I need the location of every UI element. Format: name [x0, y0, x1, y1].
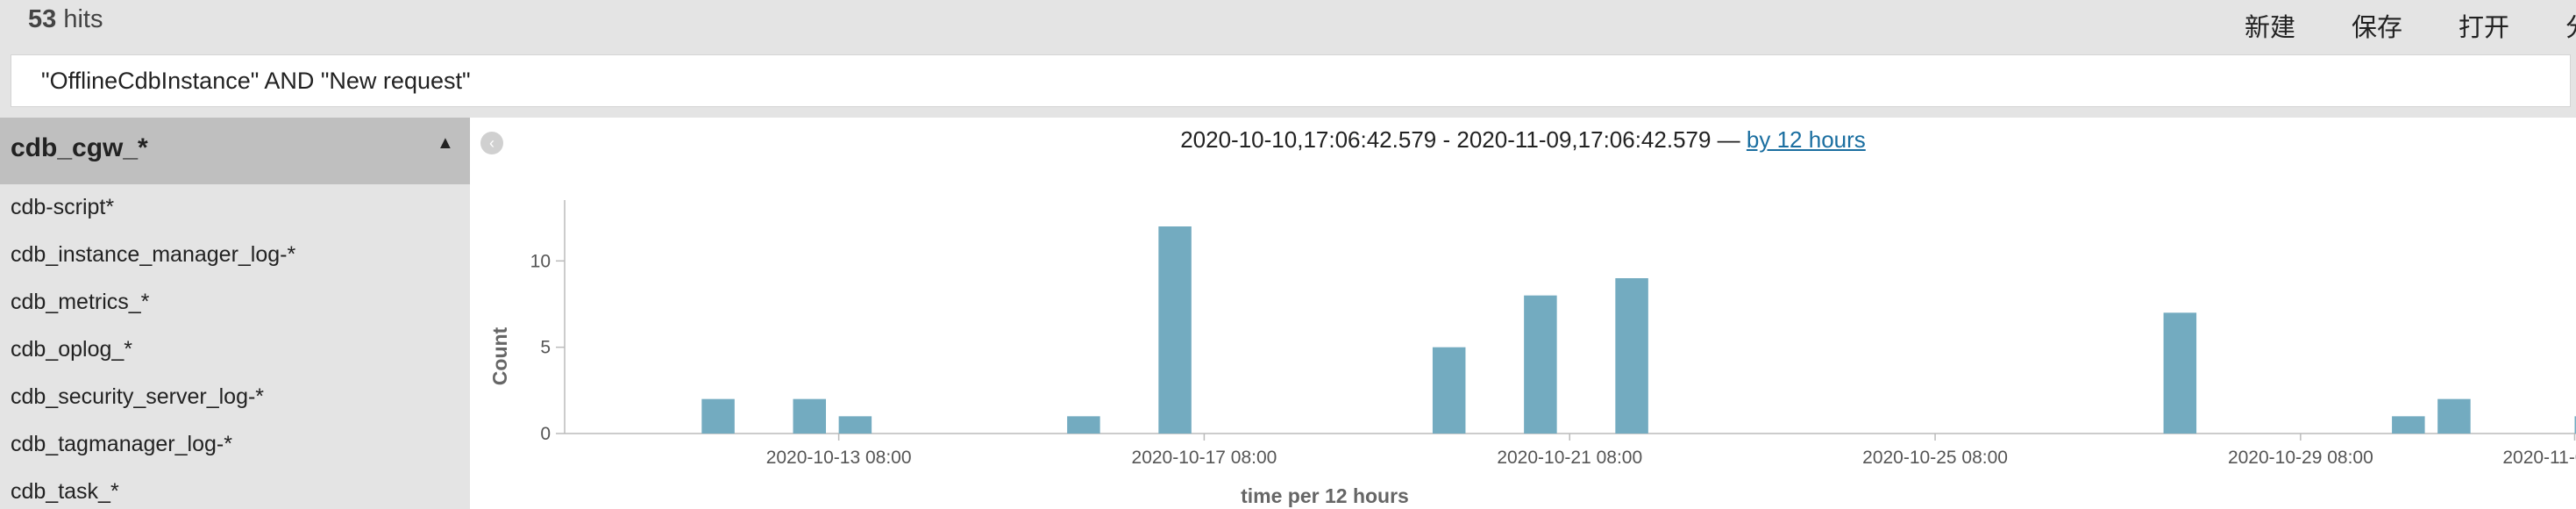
time-range-text: 2020-10-10,17:06:42.579 - 2020-11-09,17:… — [1180, 126, 1747, 153]
y-tick-label: 5 — [540, 338, 551, 358]
bar — [2163, 312, 2197, 434]
x-tick-label: 2020-10-25 08:00 — [1862, 448, 2008, 468]
x-tick-label: 2020-10-13 08:00 — [766, 448, 912, 468]
save-button[interactable]: 保存 — [2352, 7, 2402, 44]
index-item[interactable]: cdb_instance_manager_log-* — [11, 242, 295, 268]
bar — [701, 398, 735, 434]
open-button[interactable]: 打开 — [2459, 7, 2509, 44]
query-bar: "OfflineCdbInstance" AND "New request" — [0, 49, 2576, 118]
bar — [793, 398, 827, 434]
index-item[interactable]: cdb-script* — [11, 195, 114, 220]
bar — [838, 416, 872, 434]
sidebar: cdb_cgw_* ▲ cdb-script* cdb_instance_man… — [0, 118, 470, 509]
caret-up-icon[interactable]: ▲ — [437, 133, 454, 154]
hits-number: 53 — [28, 5, 57, 33]
x-tick-label: 2020-10-21 08:00 — [1497, 448, 1642, 468]
share-button[interactable]: 分 — [2565, 7, 2576, 44]
bar — [1158, 226, 1192, 434]
bar — [1524, 295, 1557, 434]
hits-count: 53 hits — [28, 5, 103, 34]
time-range: 2020-10-10,17:06:42.579 - 2020-11-09,17:… — [470, 126, 2576, 154]
index-pattern-header[interactable]: cdb_cgw_* ▲ — [0, 118, 470, 184]
main-panel: ‹ 2020-10-10,17:06:42.579 - 2020-11-09,1… — [470, 118, 2576, 509]
bar — [2392, 416, 2425, 434]
hits-label: hits — [56, 5, 103, 33]
x-tick-label: 2020-10-29 08:00 — [2228, 448, 2373, 468]
index-item[interactable]: cdb_task_* — [11, 479, 119, 505]
x-axis-label: time per 12 hours — [1241, 484, 1409, 507]
search-input[interactable]: "OfflineCdbInstance" AND "New request" — [11, 54, 2571, 107]
x-tick-label: 2020-11-01 08:00 — [2502, 448, 2576, 468]
bar — [1615, 278, 1648, 434]
index-item[interactable]: cdb_metrics_* — [11, 290, 149, 315]
bar — [2437, 398, 2471, 434]
y-axis-label: Count — [488, 326, 511, 385]
bar — [1432, 347, 1466, 434]
top-bar: 53 hits 新建 保存 打开 分 — [0, 0, 2576, 49]
index-item[interactable]: cdb_tagmanager_log-* — [11, 432, 232, 457]
index-pattern-title: cdb_cgw_* — [11, 133, 148, 162]
top-menu: 新建 保存 打开 分 — [2245, 7, 2576, 44]
interval-link[interactable]: by 12 hours — [1747, 126, 1866, 153]
index-item[interactable]: cdb_oplog_* — [11, 337, 132, 362]
y-tick-label: 0 — [540, 424, 551, 444]
y-tick-label: 10 — [530, 251, 551, 271]
histogram-chart: 0 5 10 Count 2020-10-13 08:00 2020-10-17 08:0… — [488, 200, 2576, 507]
index-item[interactable]: cdb_security_server_log-* — [11, 384, 264, 410]
bar — [1067, 416, 1100, 434]
x-tick-label: 2020-10-17 08:00 — [1132, 448, 1277, 468]
new-button[interactable]: 新建 — [2245, 7, 2295, 44]
